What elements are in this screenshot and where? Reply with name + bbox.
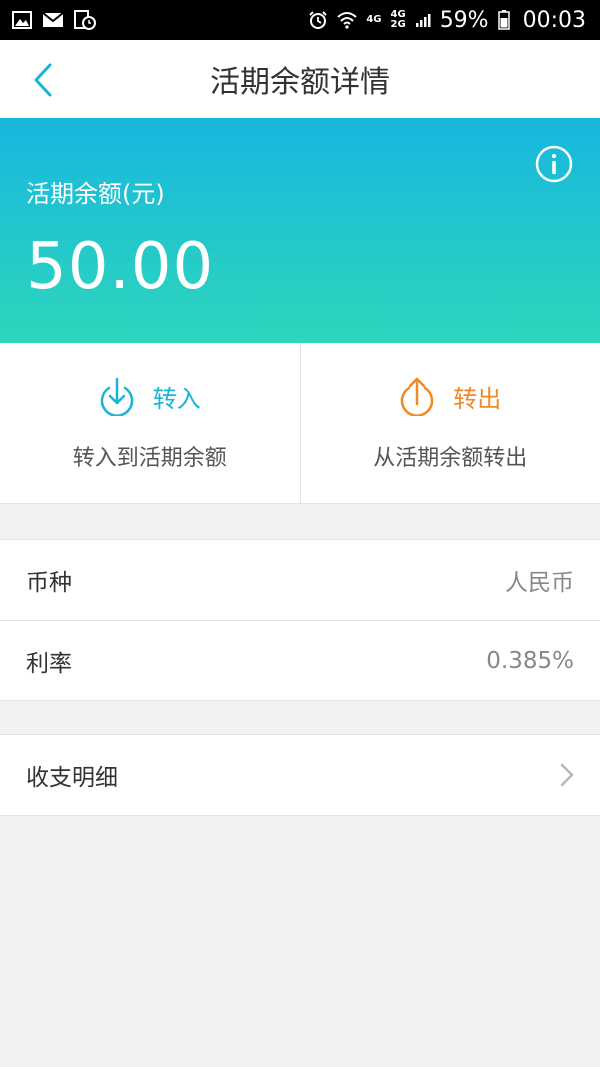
rate-label: 利率 (26, 650, 72, 677)
alarm-icon (308, 10, 328, 30)
status-left-icons (12, 10, 96, 30)
wifi-icon (337, 11, 358, 29)
clock: 00:03 (522, 7, 586, 33)
status-right-icons: 4G 4G 2G 59% 00:03 (308, 8, 586, 33)
transfer-out-header: 转出 (399, 376, 501, 416)
transfer-in-icon (100, 377, 133, 416)
currency-row: 币种 人民币 (0, 540, 600, 620)
transfer-in-button[interactable]: 转入 转入到活期余额 (0, 343, 300, 503)
battery-icon (497, 10, 510, 30)
transfer-out-icon (401, 377, 434, 416)
account-info-group: 币种 人民币 利率 0.385% (0, 539, 600, 701)
transfer-in-header: 转入 (99, 376, 201, 416)
info-button[interactable] (534, 144, 574, 184)
transfer-out-button[interactable]: 转出 从活期余额转出 (299, 343, 600, 503)
income-expense-detail-row[interactable]: 收支明细 (0, 735, 600, 815)
transfer-out-label: 转出 (453, 384, 502, 413)
gallery-icon (12, 11, 32, 29)
rate-row: 利率 0.385% (0, 620, 600, 700)
currency-label: 币种 (26, 570, 72, 596)
dual-network-label: 4G 2G (391, 10, 406, 30)
network-type-label: 4G (366, 14, 382, 25)
back-button[interactable] (28, 62, 58, 98)
rate-value: 0.385% (486, 647, 574, 674)
transfer-out-subtitle: 从活期余额转出 (373, 446, 528, 471)
balance-amount: 50.00 (26, 230, 215, 304)
network-type-bottom: 2G (390, 19, 406, 30)
mail-icon (42, 12, 64, 28)
action-panel: 转入 转入到活期余额 转出 从活期余额转出 (0, 343, 600, 504)
details-label: 收支明细 (26, 765, 118, 791)
page-title: 活期余额详情 (210, 65, 390, 100)
currency-value: 人民币 (505, 570, 574, 596)
transfer-in-subtitle: 转入到活期余额 (72, 446, 227, 471)
nav-bar: 活期余额详情 (0, 40, 600, 118)
balance-card: 活期余额(元) 50.00 (0, 118, 600, 343)
status-bar: 4G 4G 2G 59% 00:03 (0, 0, 600, 40)
info-icon (535, 145, 573, 183)
balance-label: 活期余额(元) (26, 180, 165, 208)
chevron-left-icon (34, 63, 52, 97)
chevron-right-icon (560, 763, 574, 787)
transfer-in-label: 转入 (152, 384, 201, 413)
clipboard-clock-icon (74, 10, 96, 30)
battery-percent: 59% (439, 7, 489, 33)
signal-icon (415, 12, 431, 28)
details-group: 收支明细 (0, 734, 600, 816)
